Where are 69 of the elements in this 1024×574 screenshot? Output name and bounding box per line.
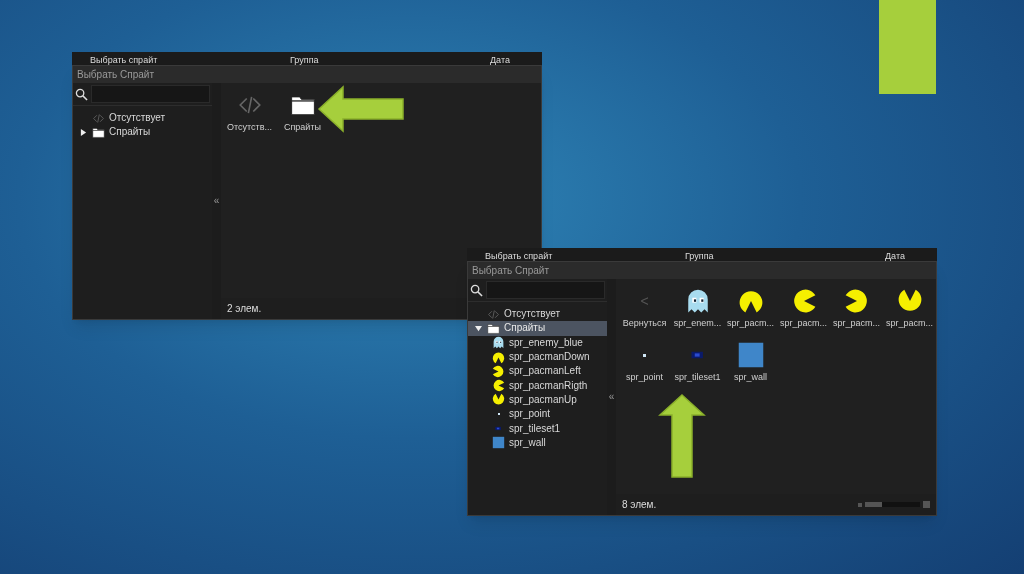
search-icon [470, 283, 483, 297]
tree-item[interactable]: Отсутствует [73, 111, 212, 126]
grid-item-label: Отсутств... [227, 123, 272, 132]
zoom-slider[interactable] [865, 502, 920, 507]
grid-item-label: spr_point [626, 373, 663, 382]
window-title: Выбрать Спрайт [73, 66, 541, 83]
tree-item[interactable]: Отсутствует [468, 307, 607, 322]
grid-item-label: spr_pacm... [727, 319, 774, 328]
pacman-icon [737, 288, 764, 314]
expand-toggle[interactable] [474, 324, 483, 333]
pacman-icon [492, 364, 505, 378]
tree-item-label: spr_pacmanRigth [509, 380, 588, 391]
tree-item[interactable]: Спрайты [468, 321, 607, 336]
expand-toggle[interactable] [79, 128, 88, 137]
large-size-icon [923, 501, 930, 508]
small-size-icon [858, 502, 862, 507]
tree-item[interactable]: spr_wall [468, 435, 607, 450]
tree-item-label: spr_point [509, 409, 551, 420]
search-icon [75, 87, 88, 101]
grid-item-label: spr_enem... [673, 319, 722, 328]
column-header: Группа [290, 56, 320, 65]
grid-item-label: Вернуться [622, 319, 667, 328]
tree-item[interactable]: spr_enemy_blue [468, 335, 607, 350]
code-icon [92, 111, 105, 125]
tree-item[interactable]: spr_pacmanUp [468, 392, 607, 408]
tree-item-label: spr_wall [509, 437, 546, 448]
column-header: Дата [885, 252, 905, 261]
grid-item-label: spr_pacm... [886, 319, 933, 328]
tree-item-label: spr_enemy_blue [509, 337, 583, 348]
tree-item-label: spr_pacmanUp [509, 394, 577, 405]
column-header: Выбрать спрайт [90, 56, 159, 65]
tree-item[interactable]: Спрайты [73, 125, 212, 140]
grid-item-label: spr_wall [734, 373, 767, 382]
pacman-icon [492, 393, 505, 407]
column-header: Группа [685, 252, 715, 261]
tree-item-label: Спрайты [109, 127, 151, 138]
folder-icon [487, 321, 500, 335]
code-icon [487, 307, 500, 321]
pacman-icon [896, 288, 923, 314]
grid-item-label: spr_pacm... [833, 319, 880, 328]
ghost-icon [492, 336, 505, 350]
item-count: 2 элем. [227, 302, 262, 316]
collapse-handle[interactable]: « [608, 392, 615, 402]
pacman-icon [492, 379, 505, 393]
pacman-icon [843, 288, 870, 314]
collapse-handle[interactable]: « [213, 196, 220, 206]
tree-item-label: spr_pacmanDown [509, 352, 590, 363]
tree-item-label: spr_pacmanLeft [509, 366, 581, 377]
tree-item[interactable]: spr_tileset1 [468, 421, 607, 436]
square-icon [492, 436, 505, 450]
back-glyph: < [640, 291, 649, 311]
grid-item-label: spr_pacm... [780, 319, 827, 328]
column-header: Дата [490, 56, 510, 65]
tree-item-label: Спрайты [504, 323, 546, 334]
folder-icon [92, 125, 105, 139]
tree-item[interactable]: spr_point [468, 407, 607, 422]
tree-item-label: Отсутствует [504, 309, 561, 320]
tree-item-label: Отсутствует [109, 113, 166, 124]
tree-item[interactable]: spr_pacmanDown [468, 349, 607, 365]
item-count: 8 элем. [622, 498, 657, 512]
pacman-icon [492, 350, 505, 364]
tree-item[interactable]: spr_pacmanLeft [468, 364, 607, 379]
tree-item-label: spr_tileset1 [509, 423, 561, 434]
column-header: Выбрать спрайт [485, 252, 554, 261]
window-title: Выбрать Спрайт [468, 262, 936, 279]
square-icon [736, 341, 765, 369]
tree-item[interactable]: spr_pacmanRigth [468, 378, 607, 393]
grid-item-label: Спрайты [284, 123, 321, 132]
grid-item-label: spr_tileset1 [674, 373, 721, 382]
